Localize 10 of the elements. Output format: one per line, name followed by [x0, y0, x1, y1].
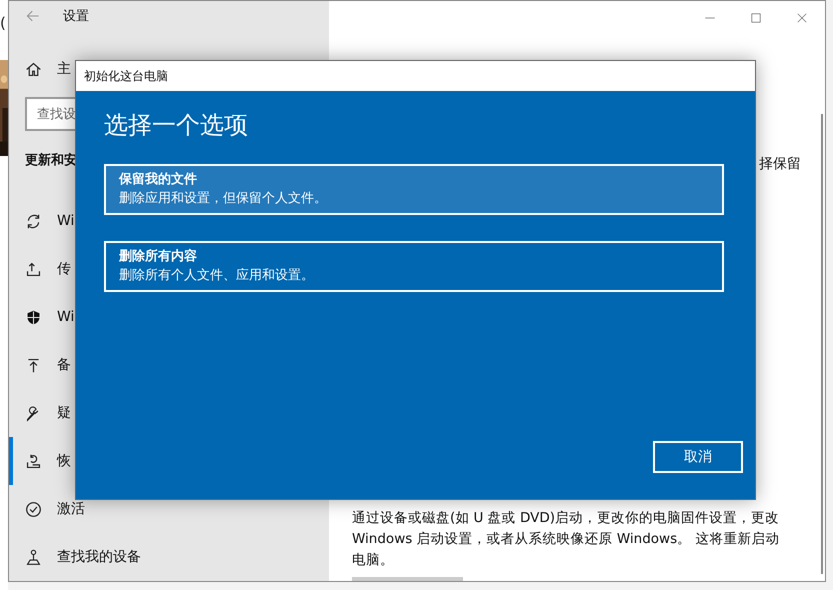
option-description: 删除所有个人文件、应用和设置。	[119, 267, 315, 285]
option-title: 删除所有内容	[119, 248, 198, 266]
option-description: 删除应用和设置，但保留个人文件。	[119, 190, 328, 208]
dialog-title: 初始化这台电脑	[76, 61, 755, 91]
background-text: (	[0, 14, 6, 32]
dialog-heading: 选择一个选项	[104, 110, 249, 141]
window-title: 设置	[63, 8, 89, 25]
body-text: 择保留	[759, 155, 801, 173]
option-title: 保留我的文件	[119, 170, 198, 189]
description-text: 通过设备或磁盘(如 U 盘或 DVD)启动，更改你的电脑固件设置，更改 Windows 启动设置，或者从系统映像还原 Windows。 这将重新启动电脑。	[352, 509, 780, 570]
